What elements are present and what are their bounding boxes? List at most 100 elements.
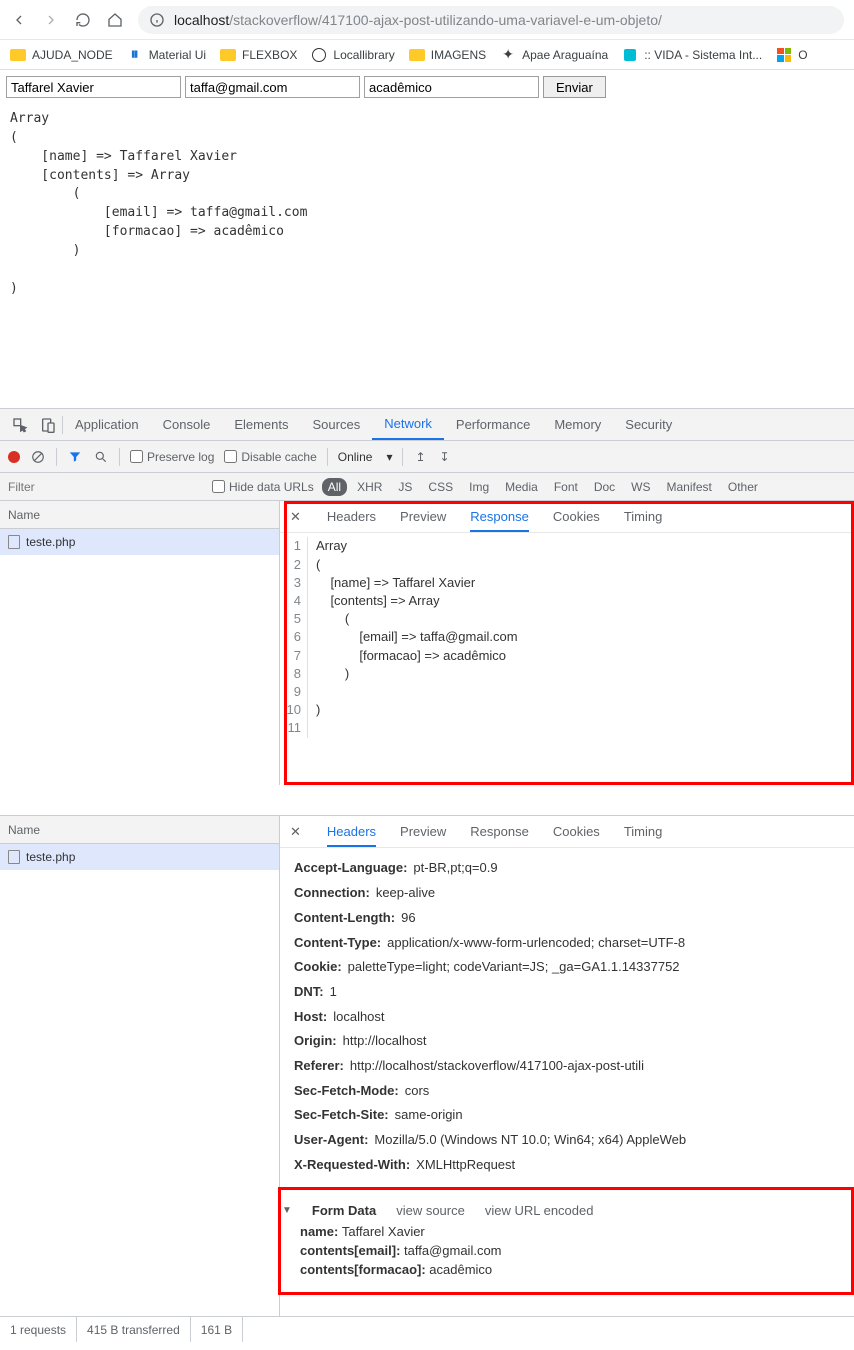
bookmark-label: Locallibrary bbox=[333, 48, 394, 62]
header-row: User-Agent:Mozilla/5.0 (Windows NT 10.0;… bbox=[294, 1128, 840, 1153]
page-output: Array ( [name] => Taffarel Xavier [conte… bbox=[6, 98, 848, 302]
transferred: 415 B transferred bbox=[77, 1317, 191, 1342]
type-filter-js[interactable]: JS bbox=[392, 478, 418, 496]
header-row: DNT:1 bbox=[294, 980, 840, 1005]
detail-pane-2: ✕ Headers Preview Response Cookies Timing Ac… bbox=[280, 816, 854, 1316]
devtools-tab-elements[interactable]: Elements bbox=[222, 409, 300, 440]
name-field[interactable] bbox=[6, 76, 181, 98]
bookmark-item[interactable]: ✦ Apae Araguaína bbox=[500, 47, 608, 63]
bookmark-item[interactable]: :: VIDA - Sistema Int... bbox=[622, 47, 762, 63]
reload-icon[interactable] bbox=[74, 11, 92, 29]
devtools-tab-console[interactable]: Console bbox=[151, 409, 223, 440]
header-row: Sec-Fetch-Mode:cors bbox=[294, 1079, 840, 1104]
file-icon bbox=[8, 535, 20, 549]
throttling-select[interactable]: Online ▾ bbox=[338, 450, 393, 464]
bookmark-item[interactable]: O bbox=[776, 47, 807, 63]
detail-tab-timing[interactable]: Timing bbox=[624, 824, 663, 839]
name-column-header[interactable]: Name bbox=[0, 501, 279, 529]
vida-icon bbox=[622, 47, 638, 63]
network-toolbar: Preserve log Disable cache Online ▾ ↥ ↧ bbox=[0, 441, 854, 473]
github-icon bbox=[311, 47, 327, 63]
devtools-tab-security[interactable]: Security bbox=[613, 409, 684, 440]
type-filter-xhr[interactable]: XHR bbox=[351, 478, 388, 496]
highlight-box bbox=[284, 501, 854, 785]
bookmark-item[interactable]: IMAGENS bbox=[409, 47, 486, 63]
device-icon[interactable] bbox=[34, 417, 62, 433]
devtools-tab-performance[interactable]: Performance bbox=[444, 409, 542, 440]
detail-tab-response[interactable]: Response bbox=[470, 824, 529, 839]
bookmark-label: FLEXBOX bbox=[242, 48, 297, 62]
header-row: Accept-Language:pt-BR,pt;q=0.9 bbox=[294, 856, 840, 881]
headers-list: Accept-Language:pt-BR,pt;q=0.9Connection… bbox=[280, 848, 854, 1185]
requests-count: 1 requests bbox=[0, 1317, 77, 1342]
request-list-pane: Name teste.php bbox=[0, 501, 280, 785]
home-icon[interactable] bbox=[106, 11, 124, 29]
search-icon[interactable] bbox=[93, 449, 109, 465]
type-filter-other[interactable]: Other bbox=[722, 478, 764, 496]
bookmark-label: Apae Araguaína bbox=[522, 48, 608, 62]
folder-icon bbox=[220, 47, 236, 63]
site-info-icon[interactable] bbox=[148, 11, 166, 29]
clear-icon[interactable] bbox=[30, 449, 46, 465]
name-column-header[interactable]: Name bbox=[0, 816, 279, 844]
close-icon[interactable]: ✕ bbox=[290, 824, 307, 840]
hide-data-urls-checkbox[interactable]: Hide data URLs bbox=[212, 480, 314, 494]
mui-icon: ⏸ bbox=[127, 47, 143, 63]
devtools-tab-sources[interactable]: Sources bbox=[301, 409, 373, 440]
folder-icon bbox=[10, 47, 26, 63]
request-row[interactable]: teste.php bbox=[0, 529, 279, 555]
header-row: Host:localhost bbox=[294, 1005, 840, 1030]
detail-tab-cookies[interactable]: Cookies bbox=[553, 824, 600, 839]
request-row[interactable]: teste.php bbox=[0, 844, 279, 870]
form-row: Enviar bbox=[6, 76, 848, 98]
apae-icon: ✦ bbox=[500, 47, 516, 63]
download-icon[interactable]: ↧ bbox=[437, 450, 451, 464]
header-row: Connection:keep-alive bbox=[294, 881, 840, 906]
bookmarks-bar: AJUDA_NODE ⏸ Material Ui FLEXBOX Locallibrar… bbox=[0, 40, 854, 70]
inspect-icon[interactable] bbox=[6, 417, 34, 433]
upload-icon[interactable]: ↥ bbox=[413, 450, 427, 464]
filter-icon[interactable] bbox=[67, 449, 83, 465]
bookmark-label: IMAGENS bbox=[431, 48, 486, 62]
header-row: Content-Type:application/x-www-form-urle… bbox=[294, 931, 840, 956]
devtools-tabs: ApplicationConsoleElementsSourcesNetwork… bbox=[0, 409, 854, 441]
devtools-tab-network[interactable]: Network bbox=[372, 409, 444, 440]
request-list-pane-2: Name teste.php bbox=[0, 816, 280, 1316]
record-icon[interactable] bbox=[8, 451, 20, 463]
devtools-tab-memory[interactable]: Memory bbox=[542, 409, 613, 440]
forward-icon[interactable] bbox=[42, 11, 60, 29]
bookmark-item[interactable]: ⏸ Material Ui bbox=[127, 47, 206, 63]
type-filter-css[interactable]: CSS bbox=[422, 478, 459, 496]
type-filter-manifest[interactable]: Manifest bbox=[661, 478, 718, 496]
type-filter-doc[interactable]: Doc bbox=[588, 478, 621, 496]
detail-tab-headers[interactable]: Headers bbox=[327, 824, 376, 847]
type-filter-ws[interactable]: WS bbox=[625, 478, 656, 496]
devtools-tab-application[interactable]: Application bbox=[63, 409, 151, 440]
bookmark-item[interactable]: FLEXBOX bbox=[220, 47, 297, 63]
email-field[interactable] bbox=[185, 76, 360, 98]
detail-tab-preview[interactable]: Preview bbox=[400, 824, 446, 839]
type-filter-img[interactable]: Img bbox=[463, 478, 495, 496]
type-filter-font[interactable]: Font bbox=[548, 478, 584, 496]
type-filter-media[interactable]: Media bbox=[499, 478, 544, 496]
header-row: Origin:http://localhost bbox=[294, 1029, 840, 1054]
ms-icon bbox=[776, 47, 792, 63]
back-icon[interactable] bbox=[10, 11, 28, 29]
submit-button[interactable]: Enviar bbox=[543, 76, 606, 98]
filter-input[interactable] bbox=[4, 478, 204, 496]
folder-icon bbox=[409, 47, 425, 63]
address-bar[interactable]: localhost/stackoverflow/417100-ajax-post… bbox=[138, 6, 844, 34]
header-row: Referer:http://localhost/stackoverflow/4… bbox=[294, 1054, 840, 1079]
bookmark-item[interactable]: AJUDA_NODE bbox=[10, 47, 113, 63]
role-field[interactable] bbox=[364, 76, 539, 98]
type-filter-all[interactable]: All bbox=[322, 478, 347, 496]
bookmark-label: :: VIDA - Sistema Int... bbox=[644, 48, 762, 62]
preserve-log-checkbox[interactable]: Preserve log bbox=[130, 450, 214, 464]
header-row: Cookie:paletteType=light; codeVariant=JS… bbox=[294, 955, 840, 980]
bookmark-label: Material Ui bbox=[149, 48, 206, 62]
filter-bar: Hide data URLs AllXHRJSCSSImgMediaFontDo… bbox=[0, 473, 854, 501]
bookmark-item[interactable]: Locallibrary bbox=[311, 47, 394, 63]
bookmark-label: AJUDA_NODE bbox=[32, 48, 113, 62]
header-row: X-Requested-With:XMLHttpRequest bbox=[294, 1153, 840, 1178]
disable-cache-checkbox[interactable]: Disable cache bbox=[224, 450, 316, 464]
